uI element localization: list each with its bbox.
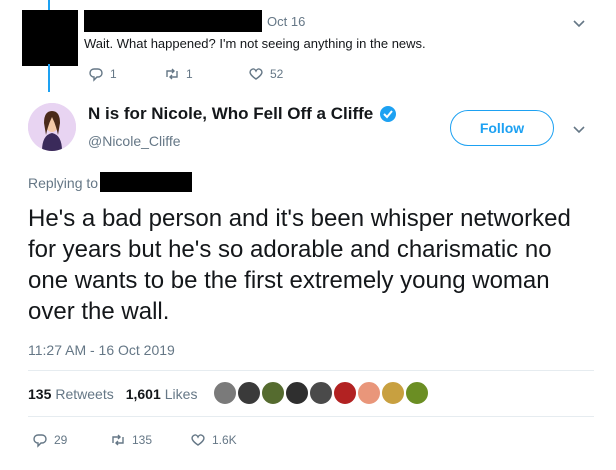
like-count: 52 [270,67,284,81]
replying-to-label: Replying to [28,175,99,191]
tweet-text: He's a bad person and it's been whisper … [28,205,571,325]
like-button[interactable]: 1.6K [190,432,237,448]
heart-icon [191,434,205,446]
likes-label: Likes [164,386,198,402]
retweet-count: 1 [186,67,193,81]
reply-count: 1 [110,67,117,81]
verified-badge-icon [379,105,397,123]
display-name[interactable]: N is for Nicole, Who Fell Off a Cliffe [88,104,373,124]
engagement-stats: 135 Retweets 1,601 Likes [28,386,209,402]
likes-count: 1,601 [125,386,161,402]
follow-button[interactable]: Follow [450,110,554,146]
liker-avatar[interactable] [332,380,358,406]
liker-avatar[interactable] [284,380,310,406]
redacted-avatar [22,10,78,66]
retweets-label: Retweets [55,386,114,402]
heart-icon [249,68,263,80]
reply-button[interactable]: 29 [32,432,67,448]
retweet-count: 135 [132,433,153,447]
reply-icon [33,434,47,448]
like-count: 1.6K [212,433,237,447]
reply-icon [89,68,103,82]
chevron-down-icon[interactable] [572,16,586,30]
prev-tweet-date[interactable]: Oct 16 [267,14,305,29]
author-handle[interactable]: @Nicole_Cliffe [88,133,181,149]
liker-avatar[interactable] [380,380,406,406]
prev-tweet-text: Wait. What happened? I'm not seeing anyt… [84,36,426,51]
retweet-button[interactable]: 135 [110,432,152,448]
divider [28,370,594,371]
reply-count: 29 [54,433,68,447]
retweet-icon [112,434,124,446]
liker-avatar[interactable] [308,380,334,406]
redacted-username [84,10,262,32]
liker-avatar[interactable] [236,380,262,406]
liker-avatar[interactable] [404,380,430,406]
retweet-button[interactable]: 1 [164,66,193,82]
author-name-row[interactable]: N is for Nicole, Who Fell Off a Cliffe [88,104,397,124]
tweet-timestamp[interactable]: 11:27 AM - 16 Oct 2019 [28,342,175,358]
divider [28,416,594,417]
avatar[interactable] [28,103,76,151]
liker-avatars [212,380,430,406]
chevron-down-icon[interactable] [572,122,586,136]
liker-avatar[interactable] [260,380,286,406]
likes-stat[interactable]: 1,601 Likes [126,386,198,402]
retweet-icon [166,68,178,80]
retweets-count: 135 [28,386,52,402]
like-button[interactable]: 52 [248,66,283,82]
thread-line-lower [48,64,50,92]
retweets-stat[interactable]: 135 Retweets [28,386,114,402]
liker-avatar[interactable] [212,380,238,406]
redacted-reply-target [100,172,192,192]
reply-button[interactable]: 1 [88,66,117,82]
liker-avatar[interactable] [356,380,382,406]
